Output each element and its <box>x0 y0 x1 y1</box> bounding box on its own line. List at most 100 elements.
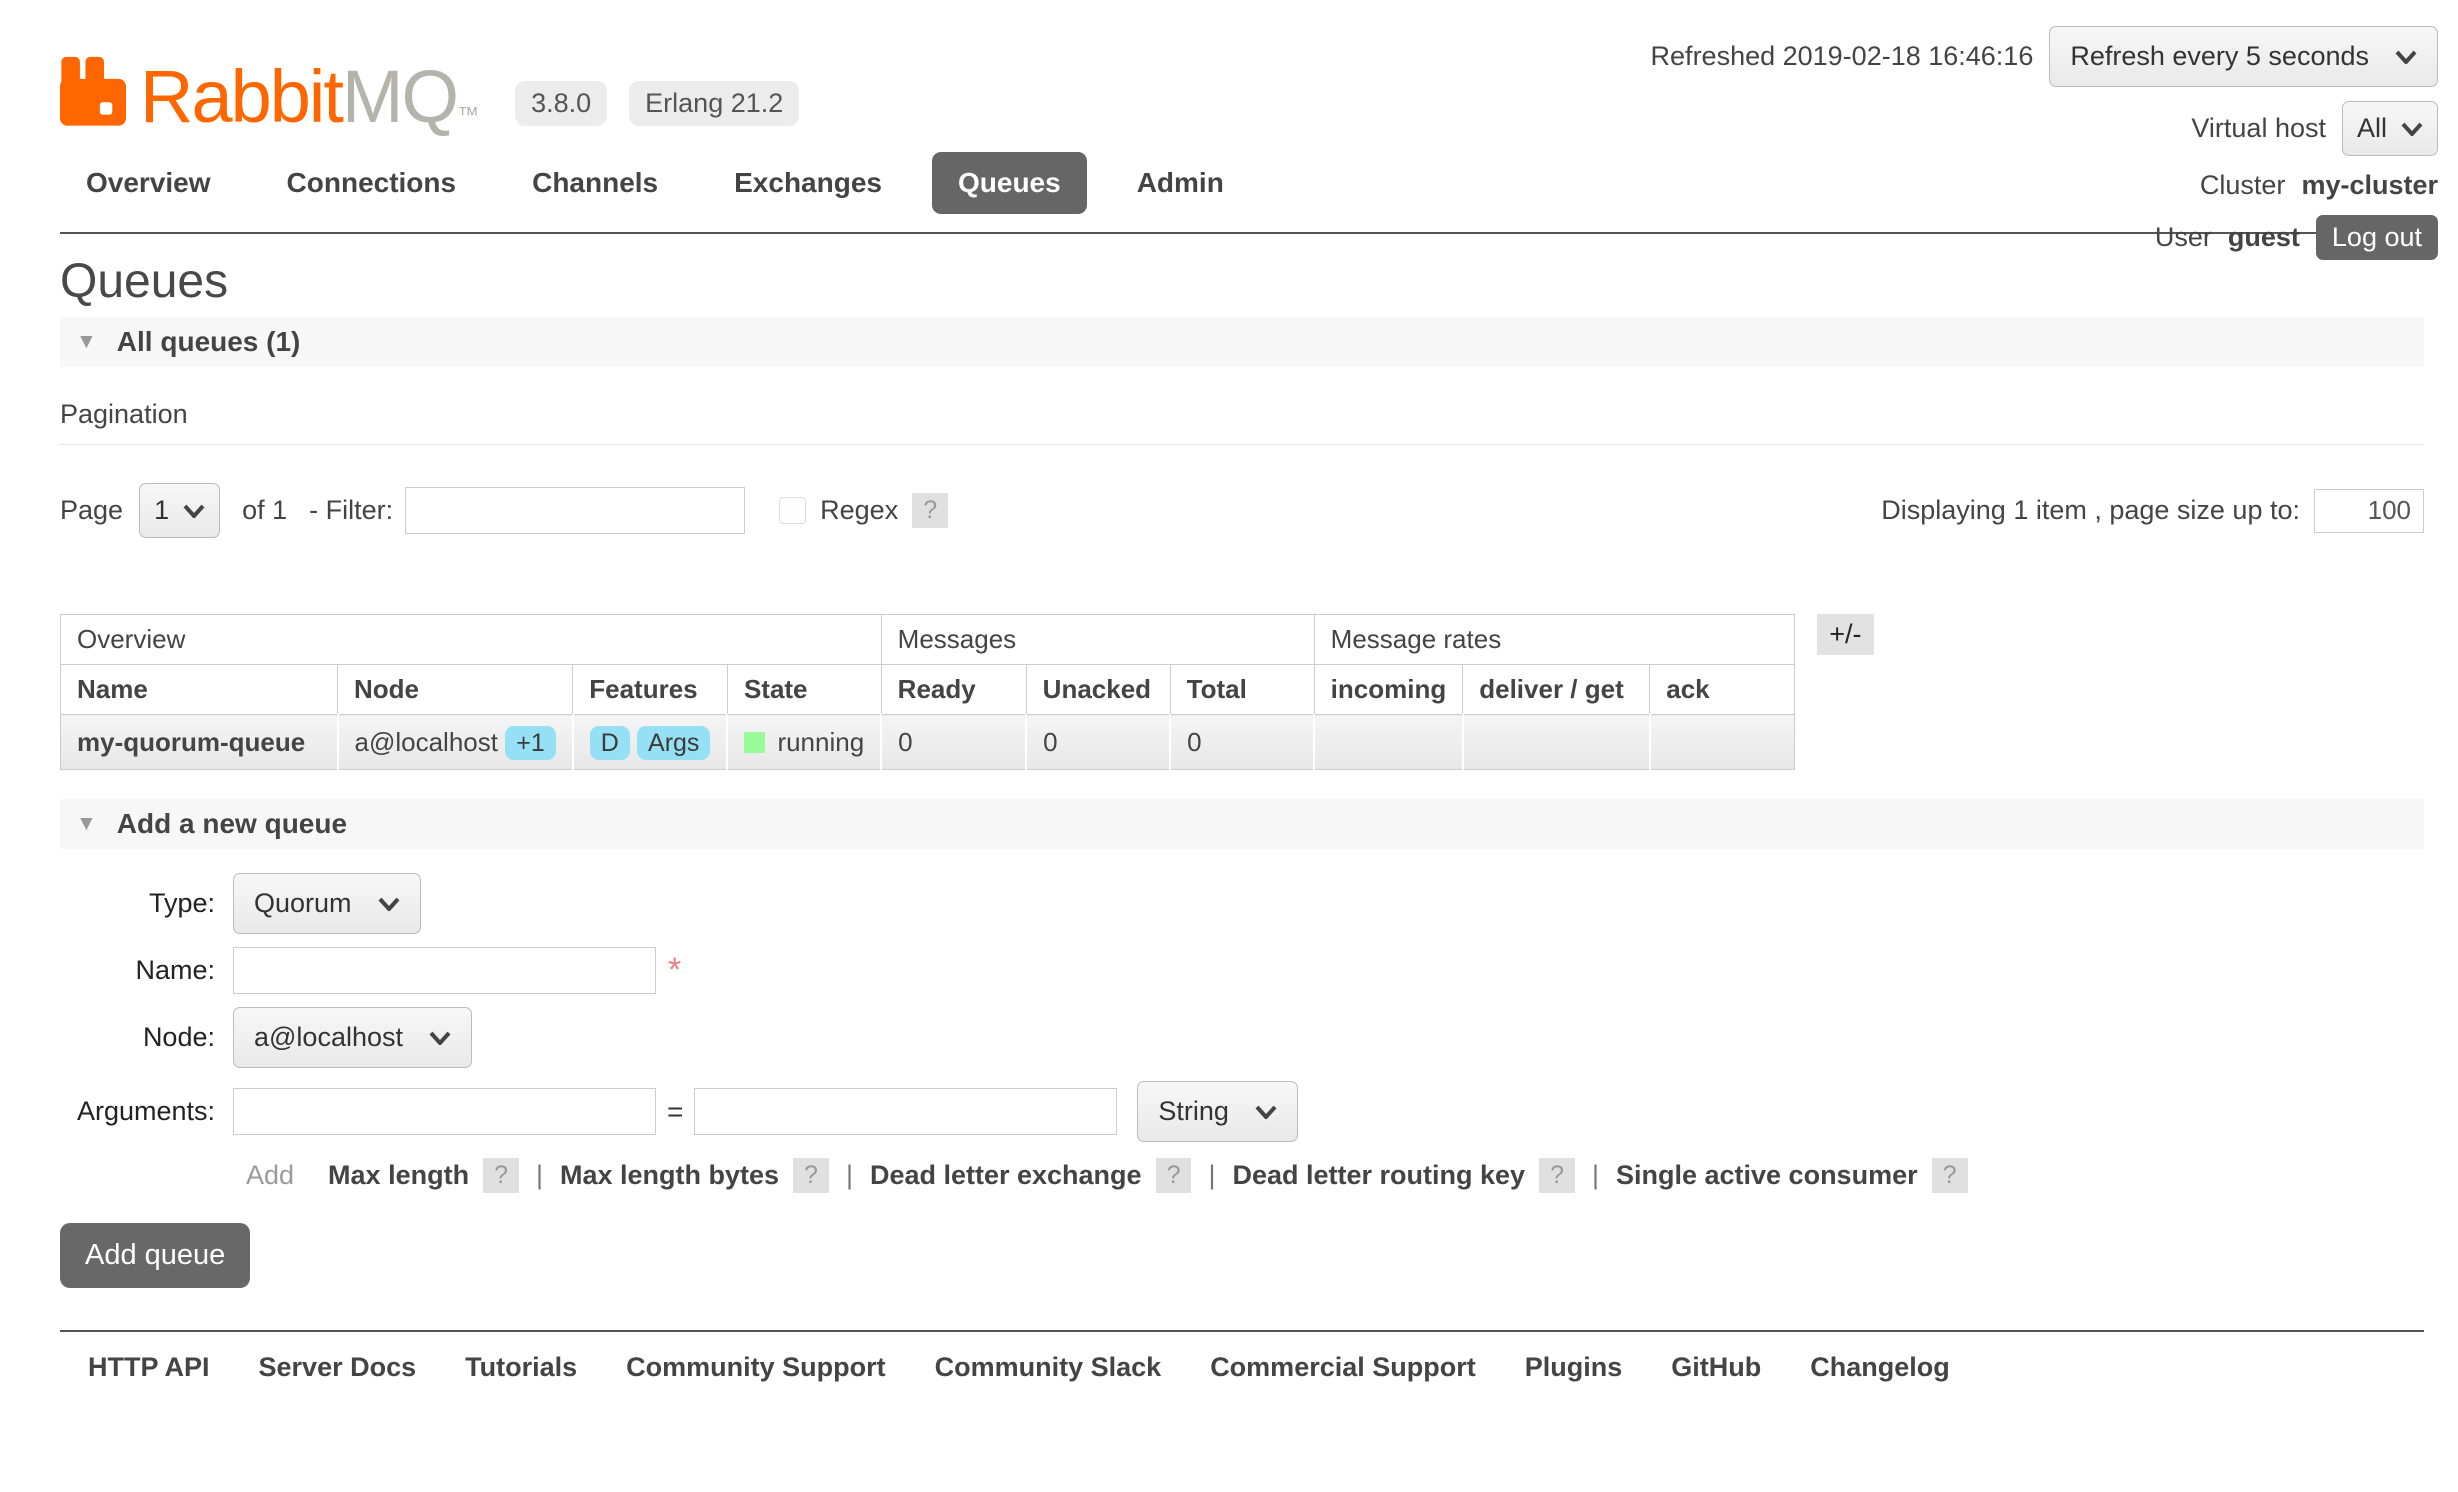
queue-rate-ack <box>1650 715 1795 770</box>
shortcut-dead-letter-exchange[interactable]: Dead letter exchange <box>870 1160 1142 1191</box>
regex-help-badge[interactable]: ? <box>912 493 948 528</box>
header-status-panel: Refreshed 2019-02-18 16:46:16 Refresh ev… <box>1651 26 2438 260</box>
arguments-label: Arguments: <box>60 1096 215 1127</box>
regex-checkbox[interactable] <box>779 497 806 524</box>
all-queues-label: All queues (1) <box>117 326 301 358</box>
queue-name-input[interactable] <box>233 947 656 994</box>
page-number-select[interactable]: 1 <box>139 483 220 538</box>
feature-args-badge[interactable]: Args <box>637 726 710 760</box>
cluster-name: my-cluster <box>2301 170 2438 201</box>
dead-letter-routing-key-help-badge[interactable]: ? <box>1539 1158 1575 1193</box>
queue-type-value: Quorum <box>254 888 352 919</box>
refreshed-timestamp: Refreshed 2019-02-18 16:46:16 <box>1651 41 2034 72</box>
add-queue-label: Add a new queue <box>117 808 347 840</box>
node-label: Node: <box>60 1022 215 1053</box>
queue-row[interactable]: my-quorum-queue a@localhost +1 D Args ru… <box>61 715 1795 770</box>
footer-link-http-api[interactable]: HTTP API <box>88 1352 210 1383</box>
refresh-interval-select[interactable]: Refresh every 5 seconds <box>2049 26 2438 87</box>
shortcut-dead-letter-routing-key[interactable]: Dead letter routing key <box>1232 1160 1525 1191</box>
group-header-message-rates: Message rates <box>1314 615 1795 665</box>
collapse-triangle-icon: ▼ <box>76 812 97 836</box>
col-header-ready[interactable]: Ready <box>881 665 1026 715</box>
all-queues-section-header[interactable]: ▼ All queues (1) <box>60 317 2424 367</box>
chevron-down-icon <box>2401 122 2423 136</box>
separator: | <box>846 1160 853 1191</box>
argument-key-input[interactable] <box>233 1088 656 1135</box>
chevron-down-icon <box>2395 50 2417 64</box>
tab-connections[interactable]: Connections <box>261 152 483 214</box>
separator: | <box>536 1160 543 1191</box>
queue-name[interactable]: my-quorum-queue <box>77 727 305 757</box>
name-label: Name: <box>60 955 215 986</box>
footer-link-commercial-support[interactable]: Commercial Support <box>1210 1352 1476 1383</box>
queue-node-value: a@localhost <box>254 1022 403 1053</box>
tab-exchanges[interactable]: Exchanges <box>708 152 908 214</box>
queue-type-select[interactable]: Quorum <box>233 873 421 934</box>
max-length-help-badge[interactable]: ? <box>483 1158 519 1193</box>
queue-node-select[interactable]: a@localhost <box>233 1007 472 1068</box>
regex-label: Regex <box>820 495 898 526</box>
tab-queues[interactable]: Queues <box>932 152 1087 214</box>
footer-link-community-slack[interactable]: Community Slack <box>935 1352 1162 1383</box>
col-header-total[interactable]: Total <box>1170 665 1314 715</box>
argument-type-value: String <box>1158 1096 1229 1127</box>
separator: | <box>1208 1160 1215 1191</box>
shortcut-max-length[interactable]: Max length <box>328 1160 469 1191</box>
col-header-node[interactable]: Node <box>338 665 573 715</box>
page-of-label: of 1 <box>242 495 287 526</box>
version-badges: 3.8.0 Erlang 21.2 <box>515 81 799 126</box>
footer-link-changelog[interactable]: Changelog <box>1810 1352 1950 1383</box>
type-label: Type: <box>60 888 215 919</box>
queue-node: a@localhost <box>355 727 498 757</box>
virtual-host-select[interactable]: All <box>2342 101 2438 156</box>
footer-link-server-docs[interactable]: Server Docs <box>259 1352 417 1383</box>
shortcut-single-active-consumer[interactable]: Single active consumer <box>1616 1160 1918 1191</box>
max-length-bytes-help-badge[interactable]: ? <box>793 1158 829 1193</box>
page-size-input[interactable] <box>2314 489 2424 533</box>
required-marker: * <box>668 951 681 990</box>
rabbitmq-logo-icon <box>60 56 126 130</box>
filter-input[interactable] <box>405 487 745 534</box>
add-queue-form: Type: Quorum Name: * Node: a@localhost A… <box>60 873 2424 1288</box>
footer-link-tutorials[interactable]: Tutorials <box>465 1352 577 1383</box>
collapse-triangle-icon: ▼ <box>76 330 97 354</box>
argument-value-input[interactable] <box>694 1088 1117 1135</box>
col-header-ack[interactable]: ack <box>1650 665 1795 715</box>
footer-link-plugins[interactable]: Plugins <box>1525 1352 1623 1383</box>
logout-button[interactable]: Log out <box>2316 215 2438 260</box>
brand-mq: MQ <box>342 55 457 138</box>
single-active-consumer-help-badge[interactable]: ? <box>1932 1158 1968 1193</box>
node-count-badge[interactable]: +1 <box>505 726 556 760</box>
col-header-deliver-get[interactable]: deliver / get <box>1463 665 1650 715</box>
add-queue-section-header[interactable]: ▼ Add a new queue <box>60 799 2424 849</box>
queue-state: running <box>777 727 864 758</box>
chevron-down-icon <box>378 897 400 911</box>
page-label: Page <box>60 495 123 526</box>
refresh-interval-value: Refresh every 5 seconds <box>2070 41 2369 72</box>
tab-channels[interactable]: Channels <box>506 152 684 214</box>
dead-letter-exchange-help-badge[interactable]: ? <box>1156 1158 1192 1193</box>
pagination-title: Pagination <box>60 399 2424 445</box>
col-header-name[interactable]: Name <box>61 665 338 715</box>
footer-link-community-support[interactable]: Community Support <box>626 1352 885 1383</box>
col-header-unacked[interactable]: Unacked <box>1026 665 1170 715</box>
argument-shortcuts: Add Max length ? | Max length bytes ? | … <box>246 1158 2424 1193</box>
tab-overview[interactable]: Overview <box>60 152 237 214</box>
col-header-features[interactable]: Features <box>573 665 728 715</box>
footer-link-github[interactable]: GitHub <box>1671 1352 1761 1383</box>
shortcut-max-length-bytes[interactable]: Max length bytes <box>560 1160 779 1191</box>
argument-type-select[interactable]: String <box>1137 1081 1298 1142</box>
brand-trademark: ™ <box>457 102 477 127</box>
col-header-incoming[interactable]: incoming <box>1314 665 1463 715</box>
tab-admin[interactable]: Admin <box>1111 152 1250 214</box>
column-toggle-button[interactable]: +/- <box>1817 614 1873 655</box>
col-header-state[interactable]: State <box>727 665 881 715</box>
feature-durable-badge[interactable]: D <box>590 726 630 760</box>
separator: | <box>1592 1160 1599 1191</box>
add-queue-button[interactable]: Add queue <box>60 1223 250 1288</box>
chevron-down-icon <box>1255 1105 1277 1119</box>
queue-total-count: 0 <box>1170 715 1314 770</box>
pagination-controls: Page 1 of 1 - Filter: Regex ? Displaying… <box>60 483 2424 538</box>
brand-rabbit: Rabbit <box>140 55 342 138</box>
cluster-label: Cluster <box>2200 170 2286 201</box>
